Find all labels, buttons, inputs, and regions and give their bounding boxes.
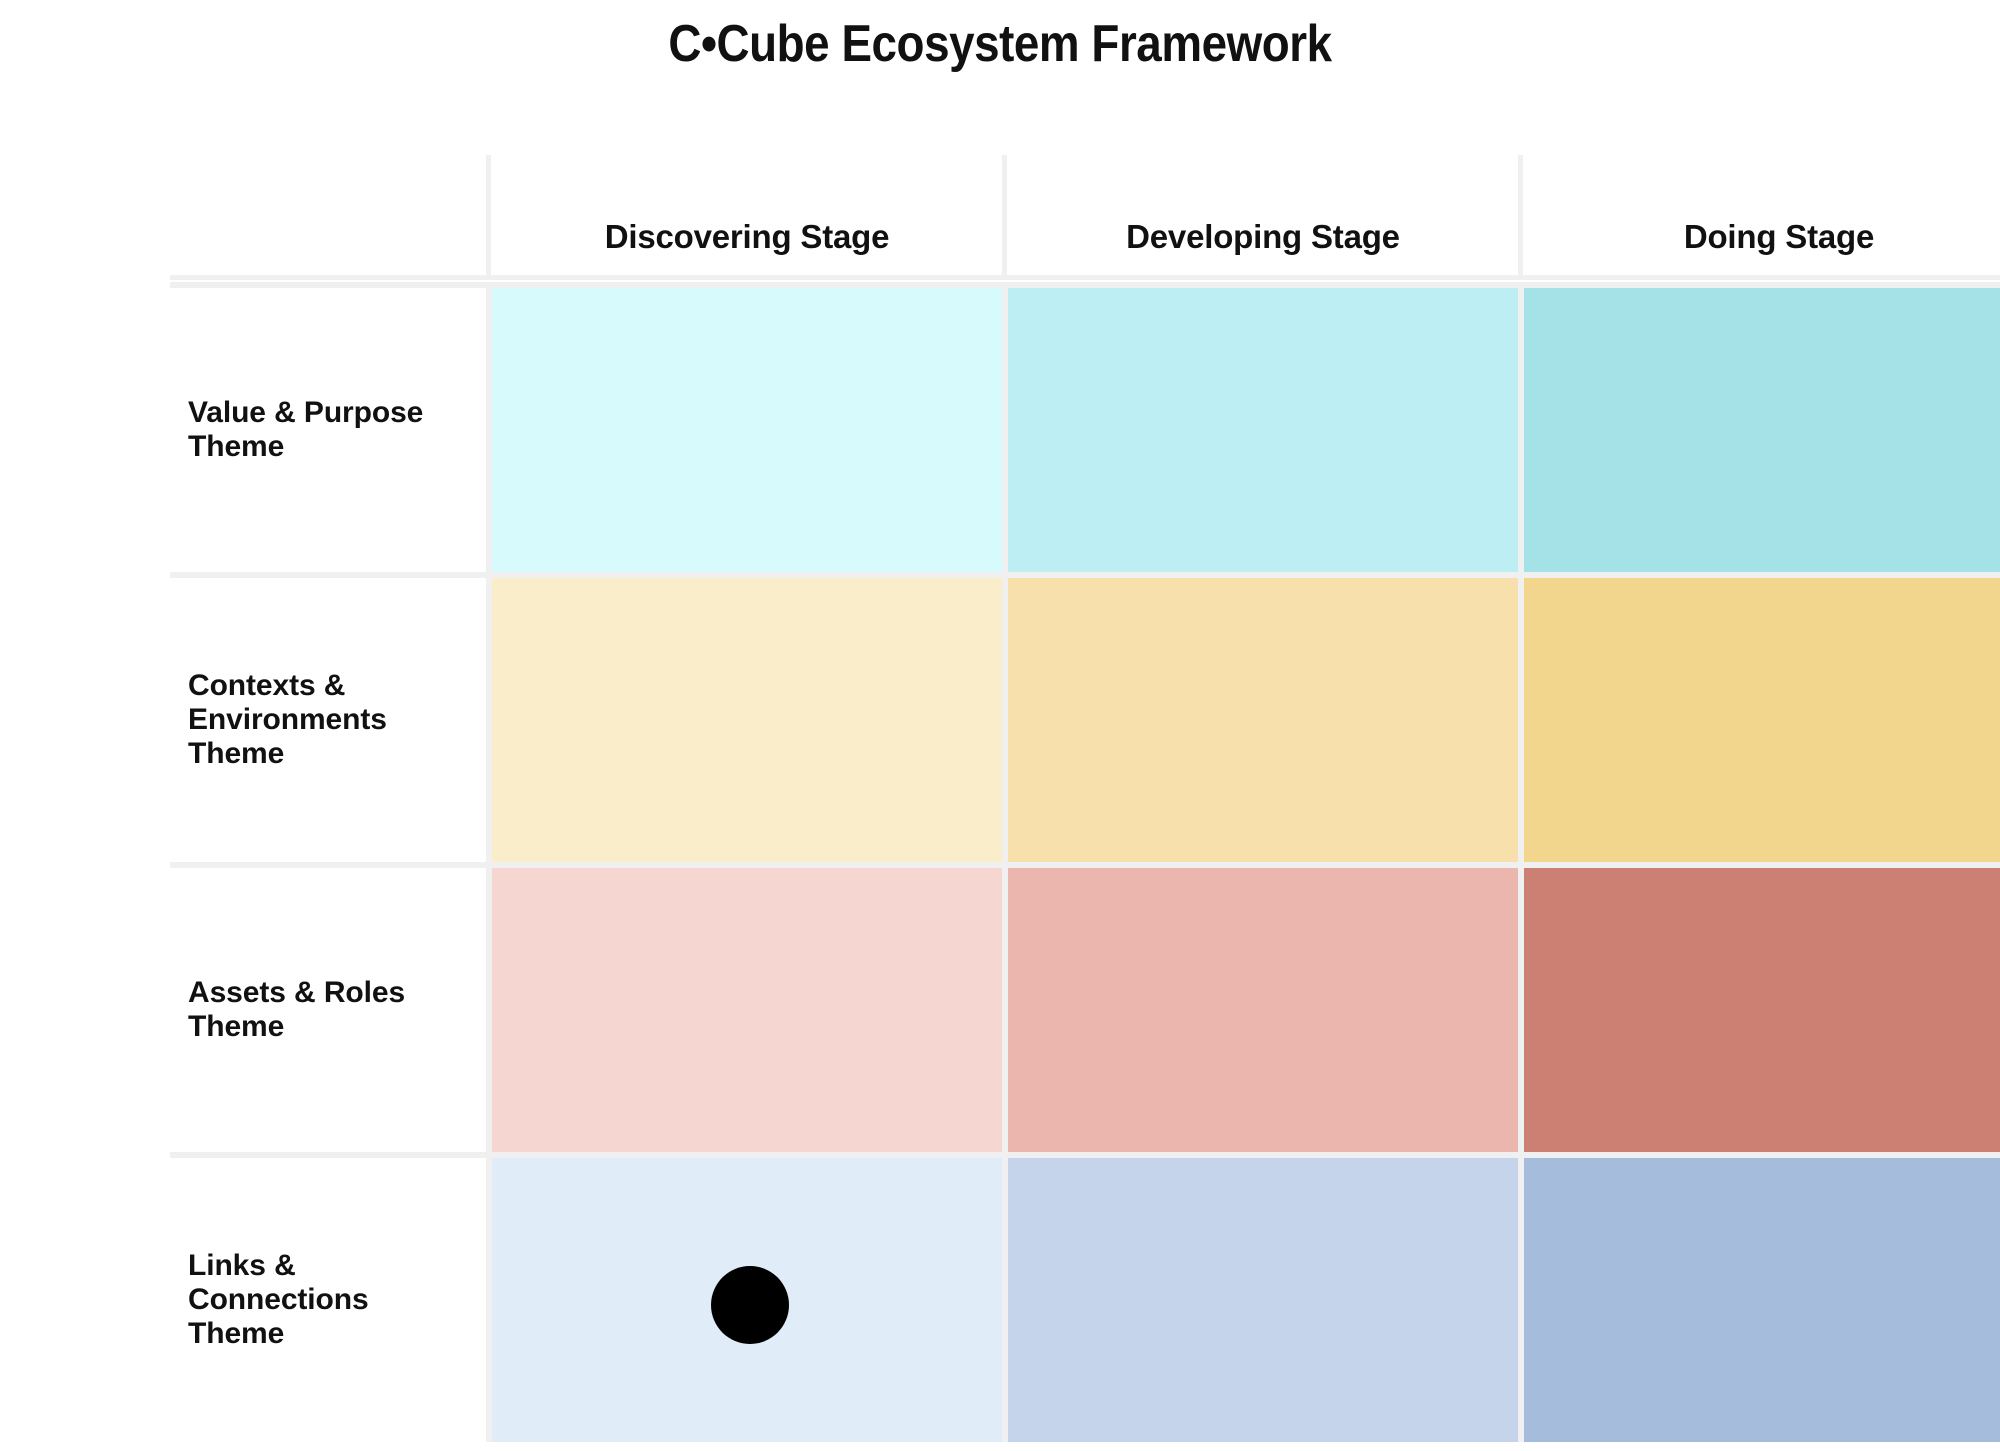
row-label-line: Theme bbox=[188, 1316, 285, 1350]
row-label-assets-roles[interactable]: Assets & Roles Theme bbox=[170, 868, 455, 1152]
cell-contexts-environments-discovering[interactable] bbox=[492, 578, 1002, 862]
header-divider bbox=[1002, 155, 1007, 280]
grid-line-horizontal bbox=[170, 862, 2000, 868]
framework-matrix-figure: C•Cube Ecosystem Framework Discovering S… bbox=[0, 0, 2000, 1451]
cell-links-connections-developing[interactable] bbox=[1008, 1158, 1518, 1442]
column-header-label: Discovering Stage bbox=[604, 218, 890, 255]
row-label-line: Theme bbox=[188, 1010, 285, 1043]
row-label-line: Assets & Roles bbox=[188, 976, 406, 1010]
row-label-contexts-environments[interactable]: Contexts & Environments Theme bbox=[170, 578, 455, 862]
row-label-line: Theme bbox=[188, 430, 285, 463]
column-header-label: Doing Stage bbox=[1683, 218, 1875, 255]
row-label-line: Contexts & bbox=[188, 669, 346, 703]
row-label-line: Environments bbox=[188, 703, 387, 737]
cell-assets-roles-developing[interactable] bbox=[1008, 868, 1518, 1152]
cell-value-purpose-discovering[interactable] bbox=[492, 288, 1002, 572]
row-label-text: Contexts & Environments Theme bbox=[188, 669, 387, 771]
cell-contexts-environments-developing[interactable] bbox=[1008, 578, 1518, 862]
cell-assets-roles-discovering[interactable] bbox=[492, 868, 1002, 1152]
header-divider bbox=[1518, 155, 1523, 280]
cell-value-purpose-developing[interactable] bbox=[1008, 288, 1518, 572]
row-label-line: Theme bbox=[188, 736, 285, 770]
current-position-marker[interactable] bbox=[711, 1266, 789, 1344]
grid-line-horizontal bbox=[170, 282, 2000, 288]
cell-value-purpose-doing[interactable] bbox=[1524, 288, 2000, 572]
column-header-developing[interactable]: Developing Stage bbox=[1008, 155, 1518, 280]
cell-links-connections-doing[interactable] bbox=[1524, 1158, 2000, 1442]
column-header-discovering[interactable]: Discovering Stage bbox=[492, 155, 1002, 280]
column-header-doing[interactable]: Doing Stage bbox=[1524, 155, 2000, 280]
row-label-line: Links & bbox=[188, 1249, 296, 1283]
row-label-text: Value & Purpose Theme bbox=[188, 396, 423, 464]
column-header-row: Discovering Stage Developing Stage Doing S… bbox=[170, 155, 2000, 280]
cell-assets-roles-doing[interactable] bbox=[1524, 868, 2000, 1152]
page-title: C•Cube Ecosystem Framework bbox=[668, 15, 1332, 73]
cell-contexts-environments-doing[interactable] bbox=[1524, 578, 2000, 862]
row-label-line: Connections bbox=[188, 1283, 369, 1317]
header-divider bbox=[486, 155, 491, 280]
row-label-links-connections[interactable]: Links & Connections Theme bbox=[170, 1158, 455, 1442]
header-baseline bbox=[170, 275, 2000, 280]
row-label-value-purpose[interactable]: Value & Purpose Theme bbox=[170, 288, 455, 572]
column-header-label: Developing Stage bbox=[1126, 218, 1400, 255]
row-label-text: Assets & Roles Theme bbox=[188, 976, 405, 1044]
grid-line-horizontal bbox=[170, 572, 2000, 578]
grid-line-horizontal bbox=[170, 1152, 2000, 1158]
row-label-line: Value & Purpose bbox=[188, 396, 424, 430]
row-label-text: Links & Connections Theme bbox=[188, 1249, 369, 1351]
matrix-grid: Discovering Stage Developing Stage Doing S… bbox=[170, 155, 2000, 1442]
